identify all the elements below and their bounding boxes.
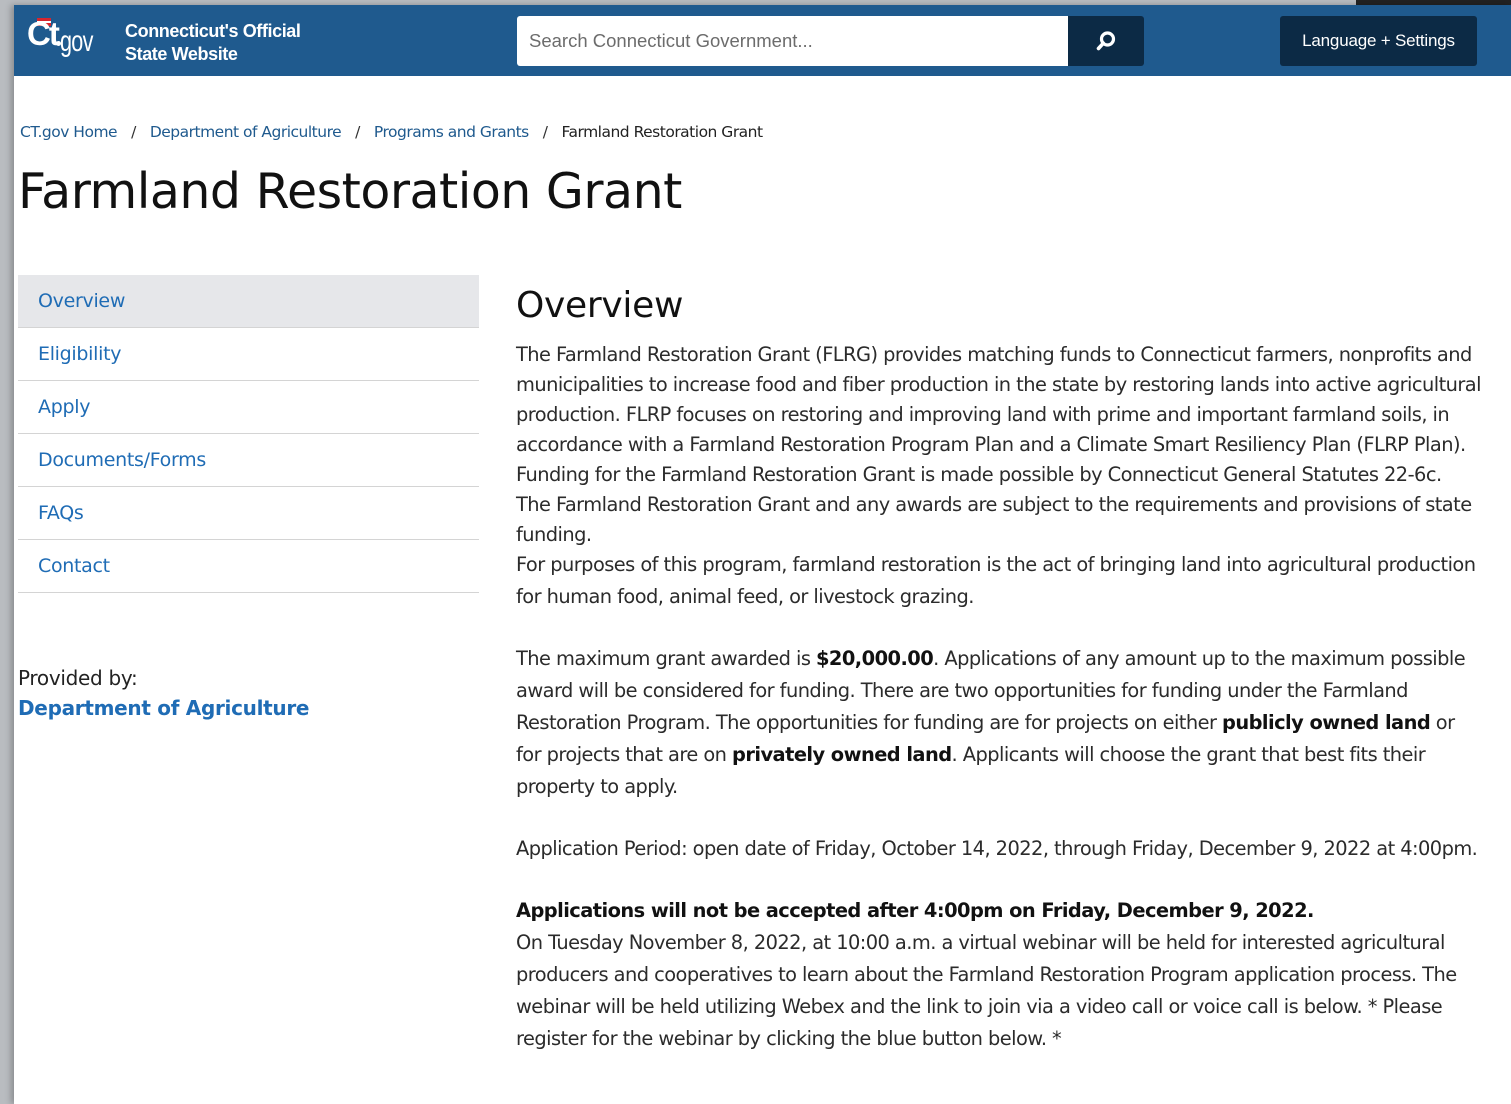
sidebar-item-faqs[interactable]: FAQs bbox=[18, 487, 479, 540]
breadcrumb-current: Farmland Restoration Grant bbox=[561, 123, 763, 141]
breadcrumb-separator: / bbox=[131, 123, 136, 141]
page-title: Farmland Restoration Grant bbox=[18, 163, 682, 220]
ct-gov-logo[interactable]: Ct gov bbox=[27, 14, 109, 66]
site-header: Ct gov Connecticut's Official State Webs… bbox=[14, 5, 1511, 76]
provided-by-label: Provided by: bbox=[18, 666, 138, 690]
sidebar-item-contact[interactable]: Contact bbox=[18, 540, 479, 593]
breadcrumb-agriculture[interactable]: Department of Agriculture bbox=[150, 123, 342, 141]
search-button[interactable] bbox=[1068, 16, 1144, 66]
site-tagline: Connecticut's Official State Website bbox=[125, 20, 301, 66]
sidebar-item-apply[interactable]: Apply bbox=[18, 381, 479, 434]
overview-paragraph: The Farmland Restoration Grant (FLRG) pr… bbox=[516, 343, 1482, 546]
tagline-line-2: State Website bbox=[125, 44, 238, 64]
deadline-notice: Applications will not be accepted after … bbox=[516, 895, 1481, 927]
breadcrumb-home[interactable]: CT.gov Home bbox=[20, 123, 118, 141]
breadcrumb-separator: / bbox=[542, 123, 548, 141]
breadcrumb-separator: / bbox=[355, 123, 360, 141]
deadline-notice-text: Applications will not be accepted after … bbox=[516, 899, 1314, 922]
privately-owned-land: privately owned land bbox=[732, 743, 952, 766]
application-period-paragraph: Application Period: open date of Friday,… bbox=[516, 837, 1478, 860]
breadcrumb-programs[interactable]: Programs and Grants bbox=[374, 123, 529, 141]
provided-by-link[interactable]: Department of Agriculture bbox=[18, 696, 309, 720]
tagline-line-1: Connecticut's Official bbox=[125, 21, 301, 41]
webinar-paragraph: On Tuesday November 8, 2022, at 10:00 a.… bbox=[516, 931, 1457, 1050]
sidebar-nav: Overview Eligibility Apply Documents/For… bbox=[18, 275, 479, 593]
max-grant-amount: $20,000.00 bbox=[815, 647, 934, 670]
sidebar-item-documents-forms[interactable]: Documents/Forms bbox=[18, 434, 479, 487]
sidebar-item-overview[interactable]: Overview bbox=[18, 275, 479, 328]
publicly-owned-land: publicly owned land bbox=[1222, 711, 1431, 734]
language-settings-button[interactable]: Language + Settings bbox=[1280, 16, 1477, 66]
search-icon bbox=[1096, 31, 1116, 51]
logo-gov-text: gov bbox=[60, 25, 93, 58]
logo-ct-text: Ct bbox=[27, 15, 60, 52]
main-content: Overview The Farmland Restoration Grant … bbox=[516, 285, 1482, 1055]
grant-amount-paragraph: The maximum grant awarded is $20,000.00.… bbox=[516, 643, 1481, 803]
search-input[interactable] bbox=[517, 16, 1068, 66]
restoration-definition-paragraph: For purposes of this program, farmland r… bbox=[516, 553, 1476, 608]
section-heading: Overview bbox=[516, 285, 684, 326]
page: Ct gov Connecticut's Official State Webs… bbox=[14, 5, 1511, 1104]
sidebar-item-eligibility[interactable]: Eligibility bbox=[18, 328, 479, 381]
text: The maximum grant awarded is bbox=[516, 647, 816, 670]
breadcrumb: CT.gov Home / Department of Agriculture / Pr… bbox=[20, 123, 763, 141]
